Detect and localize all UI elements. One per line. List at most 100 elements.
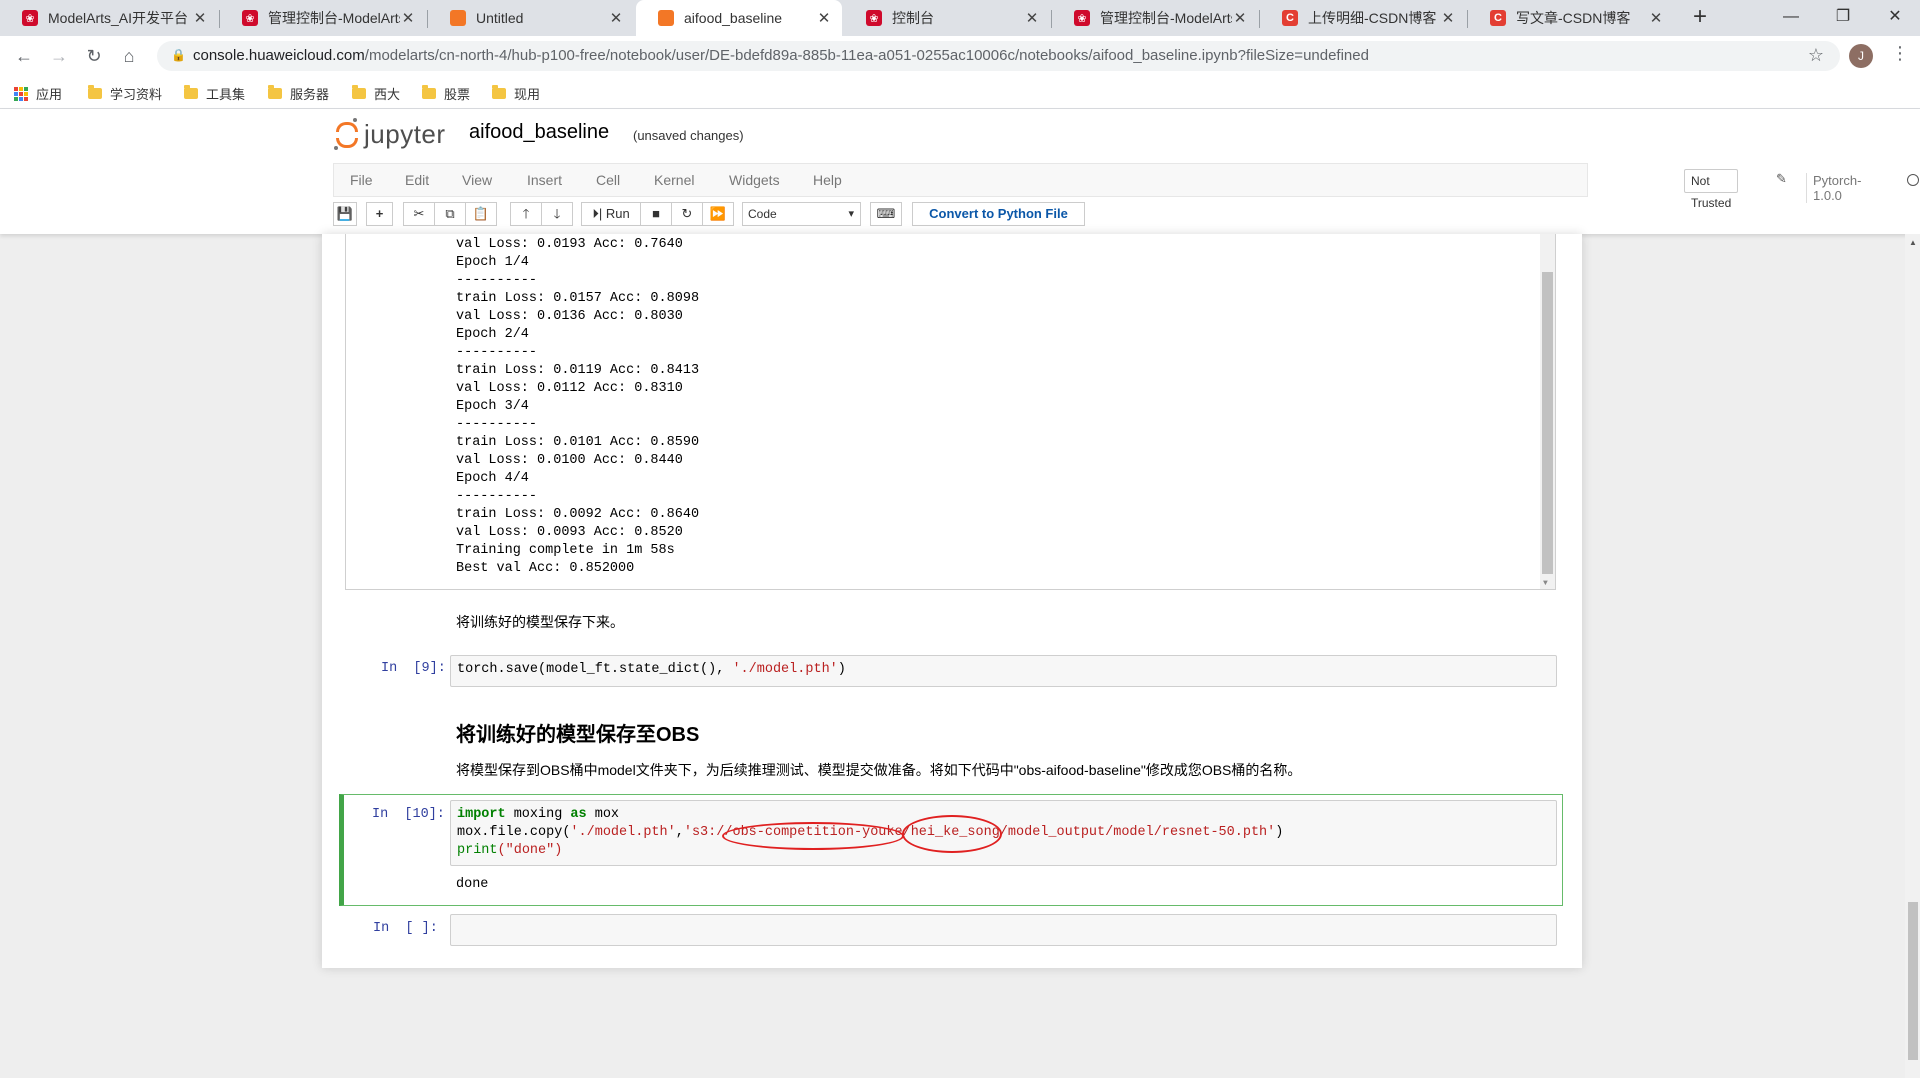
browser-menu-icon[interactable]: ⋮ (1891, 43, 1909, 64)
browser-tab-active[interactable]: aifood_baseline ✕ (636, 0, 842, 36)
bookmark-folder[interactable]: 西大 (352, 84, 400, 103)
lock-icon: 🔒 (171, 48, 186, 62)
cut-button[interactable]: ✂ (403, 202, 435, 226)
cell10-code-editor[interactable]: import moxing as mox mox.file.copy('./mo… (450, 800, 1557, 866)
close-icon[interactable]: ✕ (1024, 9, 1040, 27)
bookmark-apps[interactable]: 应用 (14, 84, 62, 103)
run-label: Run (605, 206, 630, 221)
bookmark-star-icon[interactable]: ☆ (1808, 45, 1824, 66)
browser-tab[interactable]: ❀ ModelArts_AI开发平台 ✕ (0, 0, 218, 36)
training-output-area[interactable]: ▼ train Loss: 0.0172 Acc: 0.7563val Loss… (345, 234, 1556, 590)
arrow-up-icon: 🡑 (522, 206, 530, 221)
browser-tab[interactable]: ❀ 控制台 ✕ (844, 0, 1050, 36)
insert-cell-button[interactable]: + (366, 202, 393, 226)
page-scrollbar-thumb[interactable] (1908, 902, 1918, 1060)
browser-tab[interactable]: C 上传明细-CSDN博客 ✕ (1260, 0, 1466, 36)
browser-tab-title: 上传明细-CSDN博客 (1308, 10, 1437, 26)
menu-cell[interactable]: Cell (596, 172, 620, 188)
page-scrollbar[interactable]: ▲ (1905, 234, 1920, 1078)
menu-view[interactable]: View (462, 172, 492, 188)
trust-status-button[interactable]: Not Trusted (1684, 169, 1739, 210)
run-button[interactable]: ⏵| Run (581, 202, 641, 226)
training-output-line: ---------- (456, 345, 538, 360)
menu-kernel[interactable]: Kernel (654, 172, 694, 188)
convert-to-python-button[interactable]: Convert to Python File (912, 202, 1085, 226)
huawei-icon: ❀ (1074, 10, 1090, 26)
huawei-icon: ❀ (242, 10, 258, 26)
url-path: /modelarts/cn-north-4/hub-p100-free/note… (364, 47, 1369, 64)
plus-icon: + (375, 206, 384, 221)
empty-cell-code-editor[interactable] (450, 914, 1557, 946)
browser-tab-title: 管理控制台-ModelArts (268, 10, 400, 26)
close-icon[interactable]: ✕ (1648, 9, 1664, 27)
address-bar[interactable]: 🔒 console.huaweicloud.com/modelarts/cn-n… (157, 41, 1840, 71)
cell10-input-prompt: In [10]: (372, 807, 445, 822)
restore-icon[interactable]: ❐ (1820, 0, 1866, 36)
reload-icon[interactable]: ↻ (82, 44, 106, 68)
back-arrow-icon[interactable]: ← (12, 44, 36, 68)
menu-file[interactable]: File (350, 172, 373, 188)
save-button[interactable]: 💾 (333, 202, 357, 226)
browser-tab[interactable]: ❀ 管理控制台-ModelArts ✕ (220, 0, 426, 36)
bookmark-folder[interactable]: 股票 (422, 84, 470, 103)
bookmark-folder[interactable]: 服务器 (268, 84, 329, 103)
training-output-line: Epoch 2/4 (456, 327, 529, 342)
home-icon[interactable]: ⌂ (117, 44, 141, 68)
close-icon[interactable]: ✕ (1232, 9, 1248, 27)
cell10-output: done (456, 877, 489, 892)
menu-insert[interactable]: Insert (527, 172, 562, 188)
cell9-code-line[interactable]: torch.save(model_ft.state_dict(), './mod… (457, 662, 846, 677)
browser-tab[interactable]: ❀ 管理控制台-ModelArts ✕ (1052, 0, 1258, 36)
folder-icon (352, 85, 366, 99)
bookmarks-bar: 应用 学习资料 工具集 服务器 西大 股票 现用 (0, 76, 1920, 109)
profile-avatar[interactable]: J (1849, 44, 1873, 68)
annotation-ellipse-folder-name (902, 815, 1002, 853)
markdown-obs-paragraph: 将模型保存到OBS桶中model文件夹下，为后续推理测试、模型提交做准备。将如下… (456, 762, 1302, 778)
cell10-code-line[interactable]: print("done") (457, 843, 562, 858)
new-tab-button[interactable]: + (1686, 4, 1714, 32)
restart-kernel-button[interactable]: ↻ (671, 202, 703, 226)
browser-tab[interactable]: C 写文章-CSDN博客 ✕ (1468, 0, 1674, 36)
copy-button[interactable]: ⧉ (434, 202, 466, 226)
clipboard-icon: 📋 (472, 206, 490, 221)
autosave-status: (unsaved changes) (633, 128, 744, 143)
scroll-up-arrow-icon[interactable]: ▲ (1909, 238, 1917, 247)
paste-button[interactable]: 📋 (465, 202, 497, 226)
close-icon[interactable]: ✕ (608, 9, 624, 27)
bookmark-folder[interactable]: 工具集 (184, 84, 245, 103)
restart-run-all-button[interactable]: ⏩ (702, 202, 734, 226)
forward-arrow-icon[interactable]: → (47, 44, 71, 68)
move-down-button[interactable]: 🡓 (541, 202, 573, 226)
close-icon[interactable]: ✕ (1440, 9, 1456, 27)
huawei-icon: ❀ (22, 10, 38, 26)
folder-icon (492, 85, 506, 99)
cell-type-select[interactable]: Code (742, 202, 861, 226)
menu-help[interactable]: Help (813, 172, 842, 188)
close-icon[interactable]: ✕ (400, 9, 416, 27)
url-text[interactable]: console.huaweicloud.com/modelarts/cn-nor… (193, 47, 1369, 64)
minimize-icon[interactable]: — (1768, 0, 1814, 36)
training-output-line: val Loss: 0.0100 Acc: 0.8440 (456, 453, 683, 468)
interrupt-button[interactable]: ■ (640, 202, 672, 226)
scroll-down-arrow-icon[interactable]: ▼ (1543, 579, 1548, 588)
cell9-code-editor[interactable]: torch.save(model_ft.state_dict(), './mod… (450, 655, 1557, 687)
bookmark-folder[interactable]: 学习资料 (88, 84, 162, 103)
edit-pencil-icon[interactable]: ✎ (1776, 171, 1787, 187)
cell10-code-line[interactable]: import moxing as mox (457, 807, 619, 822)
notebook-name[interactable]: aifood_baseline (469, 121, 609, 144)
browser-tab[interactable]: Untitled ✕ (428, 0, 634, 36)
bookmark-folder[interactable]: 现用 (492, 84, 540, 103)
window-close-icon[interactable]: ✕ (1872, 0, 1918, 36)
close-icon[interactable]: ✕ (192, 9, 208, 27)
move-up-button[interactable]: 🡑 (510, 202, 542, 226)
menu-edit[interactable]: Edit (405, 172, 429, 188)
command-palette-button[interactable]: ⌨ (870, 202, 902, 226)
close-icon[interactable]: ✕ (816, 9, 832, 27)
jupyter-logo-icon (334, 117, 358, 150)
output-scrollbar-thumb[interactable] (1542, 272, 1553, 574)
output-scrollbar[interactable]: ▼ (1540, 234, 1555, 589)
folder-icon (88, 85, 102, 99)
jupyter-logo[interactable]: jupyter (334, 117, 446, 150)
menu-widgets[interactable]: Widgets (729, 172, 780, 188)
kernel-name[interactable]: Pytorch-1.0.0 (1806, 173, 1861, 203)
